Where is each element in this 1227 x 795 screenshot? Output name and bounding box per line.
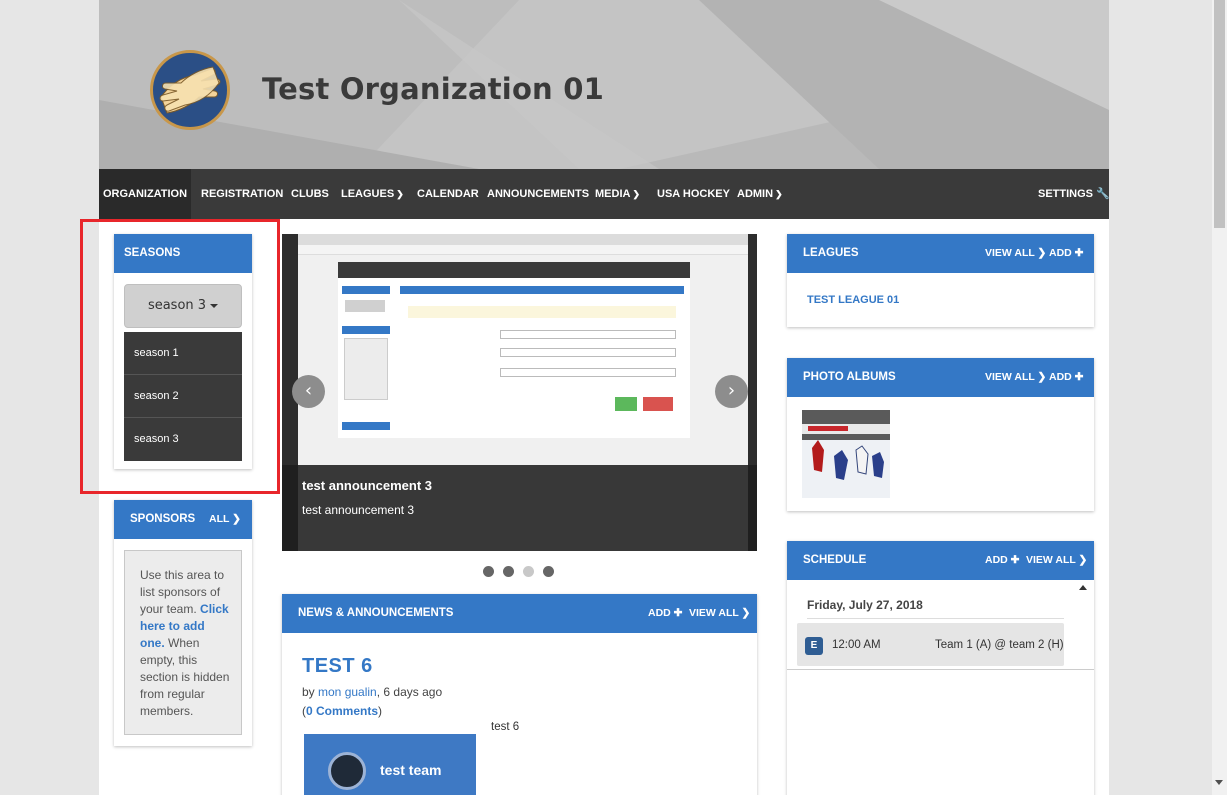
nav-media[interactable]: MEDIA ❯ (595, 169, 640, 219)
photo-albums-header: PHOTO ALBUMS VIEW ALL ❯ ADD ✚ (787, 358, 1094, 397)
page-scrollbar[interactable] (1212, 0, 1227, 795)
schedule-panel: SCHEDULE ADD ✚ VIEW ALL ❯ Friday, July 2… (787, 541, 1094, 795)
nav-announcements[interactable]: ANNOUNCEMENTS (487, 169, 589, 219)
leagues-header: LEAGUES VIEW ALL ❯ ADD ✚ (787, 234, 1094, 273)
carousel-dot[interactable] (483, 566, 494, 577)
plus-icon: ✚ (1074, 247, 1084, 259)
albums-view-all-link[interactable]: VIEW ALL ❯ (985, 358, 1046, 397)
plus-icon: ✚ (1010, 554, 1020, 566)
chevron-right-icon: ❯ (232, 513, 241, 525)
sponsors-panel: SPONSORS ALL ❯ Use this area to list spo… (114, 500, 252, 746)
news-post-title[interactable]: TEST 6 (302, 655, 373, 678)
season-option[interactable]: season 1 (124, 332, 242, 375)
chevron-right-icon: ❯ (1078, 554, 1088, 566)
site-header: Test Organization 01 (99, 0, 1109, 169)
plus-icon: ✚ (1074, 371, 1084, 383)
main-nav: ORGANIZATION REGISTRATION CLUBS LEAGUES ❯… (99, 169, 1109, 219)
page: Test Organization 01 ORGANIZATION REGIST… (99, 0, 1109, 795)
season-option[interactable]: season 2 (124, 375, 242, 418)
nav-settings[interactable]: SETTINGS 🔧 (1038, 169, 1109, 219)
plus-icon: ✚ (673, 607, 683, 619)
news-byline: by mon gualin, 6 days ago (302, 685, 443, 699)
nav-admin[interactable]: ADMIN ❯ (737, 169, 783, 219)
chevron-down-icon: ❯ (396, 189, 404, 199)
organization-logo[interactable] (150, 50, 230, 130)
wrench-icon: 🔧 (1096, 188, 1109, 200)
event-matchup: Team 1 (A) @ team 2 (H) (935, 639, 1064, 651)
season-dropdown-button[interactable]: season 3 (124, 284, 242, 328)
comments-link[interactable]: 0 Comments (306, 704, 378, 718)
slide-caption-text: test announcement 3 (302, 503, 415, 517)
season-option[interactable]: season 3 (124, 418, 242, 461)
news-view-all-link[interactable]: VIEW ALL ❯ (689, 594, 750, 633)
nav-clubs[interactable]: CLUBS (291, 169, 329, 219)
chevron-left-icon: ‹ (304, 380, 313, 401)
news-panel: NEWS & ANNOUNCEMENTS ADD ✚ VIEW ALL ❯ TE… (282, 594, 757, 795)
news-post-image[interactable]: test team (304, 734, 476, 795)
leagues-view-all-link[interactable]: VIEW ALL ❯ (985, 234, 1046, 273)
slide-caption: test announcement 3 test announcement 3 (282, 465, 757, 551)
nav-leagues[interactable]: LEAGUES ❯ (341, 169, 404, 219)
scroll-down-icon[interactable] (1215, 780, 1223, 785)
seasons-panel: SEASONS season 3 season 1 season 2 seaso… (114, 234, 252, 469)
nav-usa-hockey[interactable]: USA HOCKEY (657, 169, 730, 219)
schedule-event[interactable]: E 12:00 AM Team 1 (A) @ team 2 (H) (797, 623, 1064, 666)
carousel-next-button[interactable]: › (715, 375, 748, 408)
league-link[interactable]: TEST LEAGUE 01 (807, 294, 899, 306)
schedule-view-all-link[interactable]: VIEW ALL ❯ (1026, 541, 1087, 580)
chevron-right-icon: ❯ (1037, 247, 1047, 259)
carousel-dot[interactable] (503, 566, 514, 577)
comments-count: (0 Comments) (302, 704, 383, 718)
chevron-right-icon: ❯ (1037, 371, 1047, 383)
seasons-header: SEASONS (114, 234, 252, 273)
schedule-add-button[interactable]: ADD ✚ (985, 541, 1019, 580)
chevron-right-icon: ❯ (741, 607, 751, 619)
event-badge: E (805, 637, 823, 655)
scroll-up-icon[interactable] (1079, 585, 1087, 590)
carousel-prev-button[interactable]: ‹ (292, 375, 325, 408)
nav-registration[interactable]: REGISTRATION (201, 169, 283, 219)
leagues-panel: LEAGUES VIEW ALL ❯ ADD ✚ TEST LEAGUE 01 (787, 234, 1094, 327)
news-header: NEWS & ANNOUNCEMENTS ADD ✚ VIEW ALL ❯ (282, 594, 757, 633)
chevron-right-icon: › (727, 380, 736, 401)
carousel-dot-active[interactable] (523, 566, 534, 577)
event-time: 12:00 AM (832, 639, 881, 651)
schedule-date: Friday, July 27, 2018 (807, 598, 923, 612)
news-post-body: test 6 (491, 721, 520, 733)
carousel-dot[interactable] (543, 566, 554, 577)
nav-organization[interactable]: ORGANIZATION (99, 169, 191, 219)
caret-down-icon (210, 303, 219, 308)
sponsors-header: SPONSORS ALL ❯ (114, 500, 252, 539)
nav-calendar[interactable]: CALENDAR (417, 169, 479, 219)
schedule-header: SCHEDULE ADD ✚ VIEW ALL ❯ (787, 541, 1094, 580)
chevron-down-icon: ❯ (632, 189, 640, 199)
slide-caption-title[interactable]: test announcement 3 (302, 478, 432, 493)
sponsors-empty-message: Use this area to list sponsors of your t… (124, 550, 242, 735)
team-logo-icon (328, 752, 366, 790)
leagues-add-button[interactable]: ADD ✚ (1049, 234, 1083, 273)
news-add-button[interactable]: ADD ✚ (648, 594, 682, 633)
announcement-carousel: ‹ › test announcement 3 test announcemen… (282, 234, 757, 551)
albums-add-button[interactable]: ADD ✚ (1049, 358, 1083, 397)
author-link[interactable]: mon gualin (318, 685, 377, 699)
chevron-down-icon: ❯ (775, 189, 783, 199)
scrollbar-thumb[interactable] (1214, 0, 1225, 228)
album-thumbnail[interactable] (802, 410, 890, 498)
sponsors-all-link[interactable]: ALL ❯ (209, 500, 241, 539)
photo-albums-panel: PHOTO ALBUMS VIEW ALL ❯ ADD ✚ (787, 358, 1094, 511)
season-dropdown-menu: season 1 season 2 season 3 (124, 332, 242, 461)
header-background (99, 0, 1109, 169)
organization-title: Test Organization 01 (262, 72, 604, 106)
